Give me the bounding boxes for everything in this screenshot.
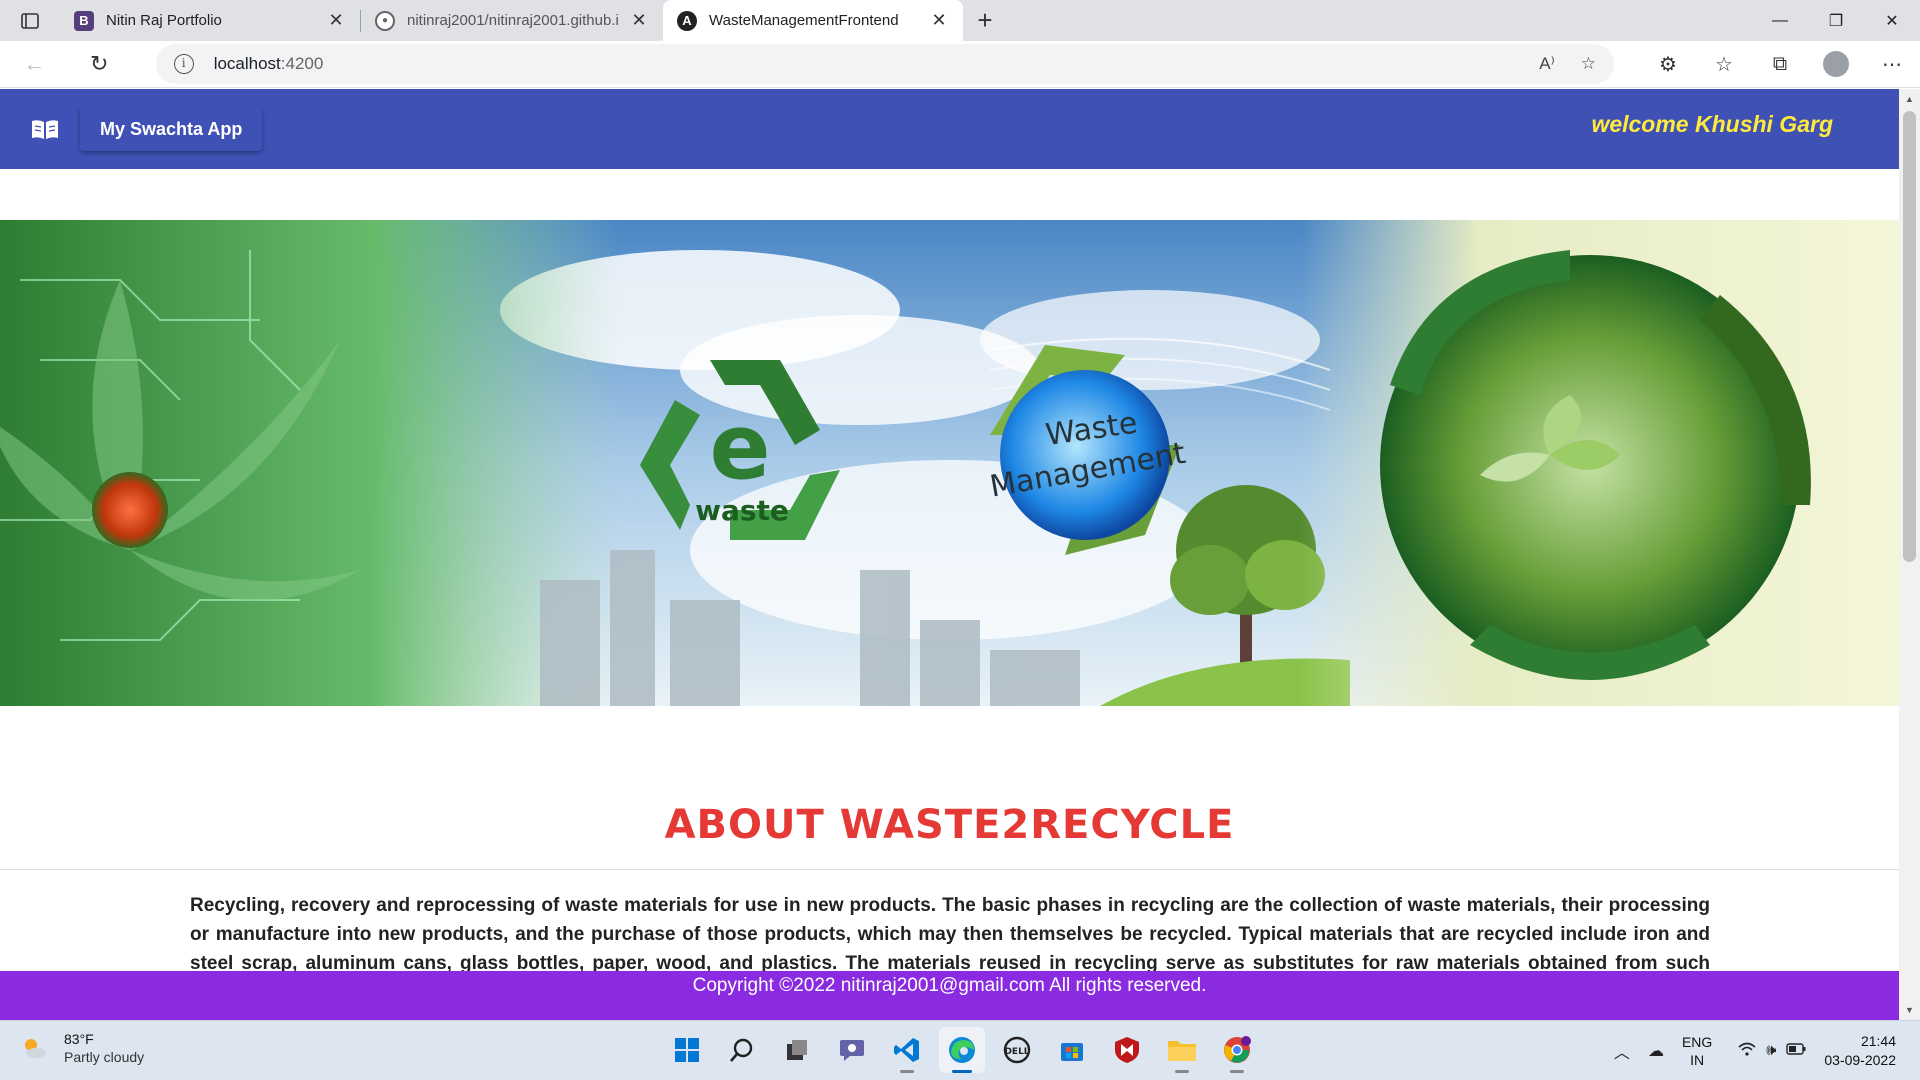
windows-taskbar: 83°F Partly cloudy DELL ︿ ☁ ENG IN 🕪 21:…	[0, 1020, 1920, 1080]
vscode-button[interactable]	[884, 1027, 930, 1073]
search-button[interactable]	[719, 1027, 765, 1073]
partly-cloudy-icon	[25, 1039, 46, 1058]
tab-title: Nitin Raj Portfolio	[106, 12, 222, 29]
svg-text:waste: waste	[695, 494, 789, 527]
volume-icon[interactable]: 🕪	[1766, 1042, 1776, 1060]
language-indicator[interactable]: ENG IN	[1682, 1033, 1712, 1069]
tab-title: WasteManagementFrontend	[709, 12, 899, 29]
tab-portfolio[interactable]: B Nitin Raj Portfolio ✕	[60, 0, 360, 41]
close-window-button[interactable]: ✕	[1864, 0, 1920, 41]
profile-avatar	[1823, 51, 1849, 77]
close-tab-icon[interactable]: ✕	[929, 10, 949, 31]
chrome-icon	[1224, 1036, 1251, 1063]
new-tab-button[interactable]: +	[963, 0, 1007, 41]
tab-github[interactable]: ● nitinraj2001/nitinraj2001.github.i ✕	[361, 0, 663, 41]
edge-icon	[949, 1037, 975, 1063]
read-aloud-icon[interactable]: A⁾	[1539, 54, 1555, 74]
browser-toolbar-icons: ⚙ ☆ ⧉ ⋯	[1640, 44, 1920, 84]
extensions-icon[interactable]: ⚙	[1640, 44, 1696, 84]
welcome-message: welcome Khushi Garg	[1591, 111, 1833, 137]
about-divider	[0, 869, 1899, 870]
scroll-down-arrow[interactable]: ▼	[1899, 1000, 1920, 1020]
svg-text:e: e	[709, 395, 770, 500]
scrollbar-thumb[interactable]	[1903, 111, 1916, 562]
app-navbar: My Swachta App welcome Khushi Garg	[0, 89, 1899, 169]
browser-toolbar: ← ↻ i localhost:4200 A⁾ ☆ ⚙ ☆ ⧉ ⋯	[0, 41, 1920, 88]
chrome-button[interactable]	[1214, 1027, 1260, 1073]
dell-button[interactable]: DELL	[994, 1027, 1040, 1073]
tab-actions-button[interactable]	[0, 0, 60, 41]
vscode-icon	[894, 1038, 919, 1062]
edge-button[interactable]	[939, 1027, 985, 1073]
bootstrap-icon: B	[74, 10, 94, 31]
hero-banner-image: e waste Waste Management	[0, 220, 1899, 706]
region-code: IN	[1690, 1052, 1705, 1068]
about-title: ABOUT WASTE2RECYCLE	[664, 802, 1235, 848]
more-menu-icon[interactable]: ⋯	[1864, 44, 1920, 84]
github-icon: ●	[375, 10, 395, 31]
battery-icon[interactable]	[1786, 1042, 1806, 1060]
page-footer: Copyright ©2022 nitinraj2001@gmail.com A…	[0, 971, 1899, 1020]
tab-waste-management[interactable]: A WasteManagementFrontend ✕	[663, 0, 963, 41]
search-icon	[730, 1038, 753, 1062]
store-button[interactable]	[1049, 1027, 1095, 1073]
minimize-button[interactable]: —	[1752, 0, 1808, 41]
mcafee-button[interactable]	[1104, 1027, 1150, 1073]
running-indicator	[1175, 1070, 1189, 1073]
collections-icon[interactable]: ⧉	[1752, 44, 1808, 84]
clock-date: 03-09-2022	[1824, 1052, 1896, 1068]
mcafee-shield-icon	[1115, 1037, 1139, 1063]
address-bar[interactable]: i localhost:4200 A⁾ ☆	[155, 44, 1614, 84]
window-controls: — ❐ ✕	[1752, 0, 1920, 41]
system-tray: ︿ ☁ ENG IN 🕪 21:44 03-09-2022	[1614, 1021, 1920, 1080]
wifi-icon[interactable]	[1738, 1042, 1756, 1061]
windows-icon	[675, 1038, 699, 1062]
onedrive-cloud-icon[interactable]: ☁	[1648, 1041, 1664, 1061]
clock[interactable]: 21:44 03-09-2022	[1824, 1032, 1896, 1070]
weather-temperature: 83°F	[64, 1031, 94, 1047]
page-scrollbar[interactable]: ▲ ▼	[1899, 89, 1920, 1020]
page-viewport: My Swachta App welcome Khushi Garg e was…	[0, 89, 1920, 1020]
task-view-icon	[787, 1040, 807, 1060]
hero-banner: e waste Waste Management	[0, 220, 1899, 706]
restore-button[interactable]: ❐	[1808, 0, 1864, 41]
book-icon[interactable]	[30, 117, 60, 141]
svg-text:DELL: DELL	[1004, 1047, 1029, 1057]
weather-widget[interactable]: 83°F Partly cloudy	[20, 1031, 144, 1065]
teams-chat-button[interactable]	[829, 1027, 875, 1073]
close-tab-icon[interactable]: ✕	[326, 10, 346, 31]
angular-icon: A	[677, 10, 697, 31]
favorites-icon[interactable]: ☆	[1696, 44, 1752, 84]
footer-copyright: Copyright ©2022 nitinraj2001@gmail.com A…	[692, 975, 1207, 996]
site-info-icon[interactable]: i	[173, 54, 194, 74]
scroll-up-arrow[interactable]: ▲	[1899, 89, 1920, 109]
start-button[interactable]	[664, 1027, 710, 1073]
chat-icon	[840, 1040, 864, 1061]
close-tab-icon[interactable]: ✕	[629, 10, 649, 31]
show-hidden-icons-chevron-icon[interactable]: ︿	[1614, 1039, 1630, 1063]
url-text: localhost:4200	[213, 54, 324, 73]
active-indicator	[952, 1070, 972, 1073]
taskbar-apps: DELL	[664, 1027, 1269, 1073]
folder-icon	[1168, 1041, 1196, 1061]
dell-icon: DELL	[1003, 1036, 1031, 1064]
clock-time: 21:44	[1860, 1033, 1896, 1049]
profile-button[interactable]	[1808, 44, 1864, 84]
running-indicator	[900, 1070, 914, 1073]
file-explorer-button[interactable]	[1159, 1027, 1205, 1073]
task-view-button[interactable]	[774, 1027, 820, 1073]
brand-button[interactable]: My Swachta App	[80, 107, 263, 151]
weather-description: Partly cloudy	[64, 1049, 145, 1065]
language-code: ENG	[1681, 1034, 1713, 1050]
running-indicator	[1230, 1070, 1244, 1073]
reload-button[interactable]: ↻	[77, 44, 122, 84]
store-icon	[1061, 1043, 1083, 1061]
tab-title: nitinraj2001/nitinraj2001.github.i	[407, 12, 619, 29]
tab-actions-icon	[21, 12, 39, 29]
add-favorite-icon[interactable]: ☆	[1581, 54, 1596, 74]
browser-tabstrip: B Nitin Raj Portfolio ✕ ● nitinraj2001/n…	[0, 0, 1920, 41]
back-button[interactable]: ←	[12, 44, 57, 84]
